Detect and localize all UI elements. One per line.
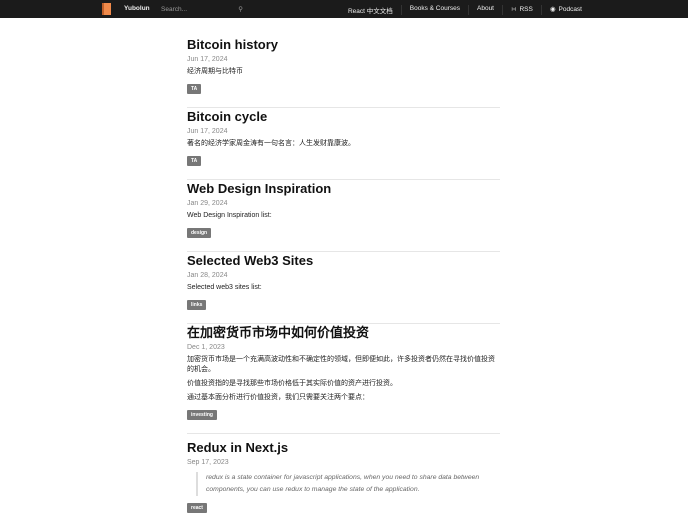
post-item: 在加密货币市场中如何价值投资 Dec 1, 2023 加密货币市场是一个充满高波… [187,324,500,434]
post-item: Selected Web3 Sites Jan 28, 2024 Selecte… [187,252,500,324]
post-title[interactable]: Selected Web3 Sites [187,253,500,269]
top-nav: Yubolun Search... ⚲ React 中文文档 Books & C… [0,0,688,18]
logo-icon[interactable] [102,3,111,15]
post-tag[interactable]: links [187,300,207,310]
post-date: Jan 28, 2024 [187,272,228,279]
search-icon[interactable]: ⚲ [238,5,243,13]
post-date: Jan 29, 2024 [187,200,228,207]
post-tag[interactable]: TA [187,156,202,166]
post-title[interactable]: Web Design Inspiration [187,181,500,197]
post-date: Jun 17, 2024 [187,128,228,135]
post-item: Redux in Next.js Sep 17, 2023 redux is a… [187,434,500,513]
nav-link-about[interactable]: About [468,5,502,15]
nav-link-rss[interactable]: ∺ RSS [502,5,541,15]
search-placeholder: Search... [161,5,188,13]
post-item: Bitcoin history Jun 17, 2024 经济周期与比特币 TA [187,36,500,108]
post-excerpt: 价值投资指的是寻找那些市场价格低于其实际价值的资产进行投资。 [187,380,397,387]
post-quote: redux is a state container for javascrip… [196,472,500,496]
post-excerpt: 经济周期与比特币 [187,68,243,75]
post-tag[interactable]: TA [187,84,202,94]
post-item: Bitcoin cycle Jun 17, 2024 著名的经济学家周金涛有一句… [187,108,500,180]
post-excerpt: 加密货币市场是一个充满高波动性和不确定性的领域，但即便如此，许多投资者仍然在寻找… [187,356,495,373]
post-title[interactable]: Redux in Next.js [187,440,500,456]
post-excerpt: Selected web3 sites list: [187,284,262,291]
post-list: Bitcoin history Jun 17, 2024 经济周期与比特币 TA… [187,36,500,513]
nav-link-books[interactable]: Books & Courses [400,5,468,15]
post-date: Dec 1, 2023 [187,344,225,351]
post-item: Web Design Inspiration Jan 29, 2024 Web … [187,180,500,252]
post-title[interactable]: Bitcoin history [187,37,500,53]
post-title[interactable]: Bitcoin cycle [187,109,500,125]
search-input[interactable]: Search... ⚲ [161,4,243,14]
nav-link-podcast[interactable]: ◉ Podcast [540,5,590,15]
nav-link-react[interactable]: React 中文文档 [340,5,401,15]
post-title[interactable]: 在加密货币市场中如何价值投资 [187,325,500,341]
podcast-icon: ◉ [549,6,556,13]
post-excerpt: 通过基本面分析进行价值投资，我们只需要关注两个要点： [187,394,369,401]
brand-link[interactable]: Yubolun [124,5,150,12]
post-tag[interactable]: investing [187,410,217,420]
post-tag[interactable]: design [187,228,212,238]
post-excerpt: 著名的经济学家周金涛有一句名言：人生发财靠康波。 [187,140,355,147]
post-excerpt: Web Design Inspiration list: [187,212,272,219]
post-date: Jun 17, 2024 [187,56,228,63]
post-date: Sep 17, 2023 [187,459,229,466]
